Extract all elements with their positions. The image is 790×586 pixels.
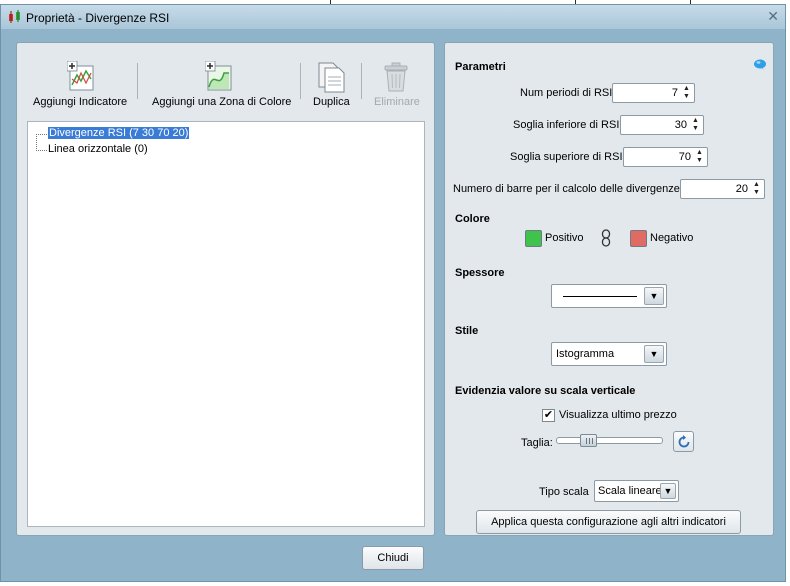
upper-threshold-spinner[interactable]: 70 ▲ ▼ <box>623 147 708 167</box>
size-slider-thumb[interactable] <box>580 434 597 447</box>
style-selected-value: Istogramma <box>556 348 615 360</box>
properties-dialog: Proprietà - Divergenze RSI ✕ Aggiungi In… <box>0 4 786 582</box>
reset-size-button[interactable] <box>673 431 694 452</box>
apply-to-other-indicators-button[interactable]: Applica questa configurazione agli altri… <box>476 510 741 534</box>
delete-button[interactable]: Eliminare <box>369 59 421 109</box>
positive-color-swatch[interactable] <box>525 230 542 247</box>
duplicate-button[interactable]: Duplica <box>307 59 357 109</box>
upper-threshold-value: 70 <box>678 151 691 163</box>
add-indicator-icon <box>67 61 94 91</box>
rsi-periods-value: 7 <box>671 87 678 99</box>
add-indicator-button[interactable]: Aggiungi Indicatore <box>31 59 131 109</box>
window-title: Proprietà - Divergenze RSI <box>26 11 170 25</box>
scale-type-selected-value: Scala lineare <box>598 485 662 497</box>
negative-label: Negativo <box>650 232 694 244</box>
toolbar-separator <box>361 63 362 99</box>
scale-type-label: Tipo scala <box>539 486 589 498</box>
spin-down-icon[interactable]: ▼ <box>689 125 702 133</box>
indicator-list-panel: Aggiungi Indicatore Aggiungi una Zona di… <box>16 42 435 536</box>
toolbar-separator <box>300 63 301 99</box>
tree-connector <box>36 134 37 151</box>
bars-value: 20 <box>735 183 748 195</box>
tree-item-divergenze-rsi[interactable]: Divergenze RSI (7 30 70 20) <box>48 127 190 139</box>
parameters-heading: Parametri <box>455 61 506 73</box>
bars-spinner[interactable]: 20 ▲ ▼ <box>680 179 765 199</box>
close-button-label: Chiudi <box>377 552 409 564</box>
size-slider-track[interactable] <box>556 437 663 444</box>
spin-up-icon[interactable]: ▲ <box>680 85 693 93</box>
add-color-zone-icon <box>205 61 232 91</box>
line-thickness-preview <box>563 296 637 297</box>
spin-up-icon[interactable]: ▲ <box>693 149 706 157</box>
show-last-price-checkbox[interactable]: ✔ <box>542 409 555 422</box>
spinner-arrows[interactable]: ▲ ▼ <box>680 85 693 101</box>
link-chain-icon[interactable] <box>601 229 611 247</box>
spin-up-icon[interactable]: ▲ <box>750 181 763 189</box>
parameters-panel: Parametri Num periodi di RSI 7 ▲ ▼ Soglia… <box>444 42 774 536</box>
spin-up-icon[interactable]: ▲ <box>689 117 702 125</box>
style-heading: Stile <box>455 325 479 337</box>
upper-threshold-label: Soglia superiore di RSI <box>510 151 623 163</box>
add-color-zone-button[interactable]: Aggiungi una Zona di Colore <box>149 59 294 109</box>
rsi-periods-label: Num periodi di RSI <box>520 87 613 99</box>
tree-connector <box>36 134 47 135</box>
duplicate-icon <box>318 62 345 93</box>
show-last-price-label: Visualizza ultimo prezzo <box>559 409 677 421</box>
dropdown-arrow-icon[interactable]: ▼ <box>660 483 676 499</box>
tree-connector <box>36 150 47 151</box>
color-heading: Colore <box>455 213 490 225</box>
help-bubble-icon[interactable] <box>753 59 767 71</box>
add-indicator-label: Aggiungi Indicatore <box>33 96 128 108</box>
lower-threshold-spinner[interactable]: 30 ▲ ▼ <box>620 115 704 135</box>
close-icon[interactable]: ✕ <box>767 8 779 25</box>
dropdown-arrow-icon[interactable]: ▼ <box>644 287 664 305</box>
spinner-arrows[interactable]: ▲ ▼ <box>750 181 763 197</box>
positive-label: Positivo <box>545 232 584 244</box>
lower-threshold-label: Soglia inferiore di RSI <box>513 119 620 131</box>
add-color-zone-label: Aggiungi una Zona di Colore <box>152 96 292 108</box>
bars-label: Numero di barre per il calcolo delle div… <box>453 183 680 195</box>
rsi-periods-spinner[interactable]: 7 ▲ ▼ <box>612 83 695 103</box>
spin-down-icon[interactable]: ▼ <box>680 93 693 101</box>
indicator-tree: Divergenze RSI (7 30 70 20) Linea orizzo… <box>27 121 425 527</box>
apply-button-label: Applica questa configurazione agli altri… <box>491 516 726 528</box>
candlestick-app-icon <box>9 10 20 23</box>
refresh-icon <box>678 435 690 448</box>
scale-type-dropdown[interactable]: Scala lineare ▼ <box>594 480 679 502</box>
highlight-heading: Evidenzia valore su scala verticale <box>455 385 636 397</box>
spinner-arrows[interactable]: ▲ ▼ <box>689 117 702 133</box>
tree-item-linea-orizzontale[interactable]: Linea orizzontale (0) <box>48 143 148 155</box>
spin-down-icon[interactable]: ▼ <box>693 157 706 165</box>
spin-down-icon[interactable]: ▼ <box>750 189 763 197</box>
thickness-heading: Spessore <box>455 267 505 279</box>
delete-label: Eliminare <box>374 96 420 108</box>
title-bar[interactable]: Proprietà - Divergenze RSI ✕ <box>1 5 785 29</box>
lower-threshold-value: 30 <box>674 119 687 131</box>
negative-color-swatch[interactable] <box>630 230 647 247</box>
thickness-dropdown[interactable]: ▼ <box>551 284 667 308</box>
size-label: Taglia: <box>521 437 553 449</box>
trash-icon <box>384 62 408 92</box>
duplicate-label: Duplica <box>313 96 350 108</box>
style-dropdown[interactable]: Istogramma ▼ <box>551 342 667 366</box>
spinner-arrows[interactable]: ▲ ▼ <box>693 149 706 165</box>
toolbar-separator <box>137 63 138 99</box>
close-button[interactable]: Chiudi <box>362 546 424 570</box>
dropdown-arrow-icon[interactable]: ▼ <box>644 345 664 363</box>
